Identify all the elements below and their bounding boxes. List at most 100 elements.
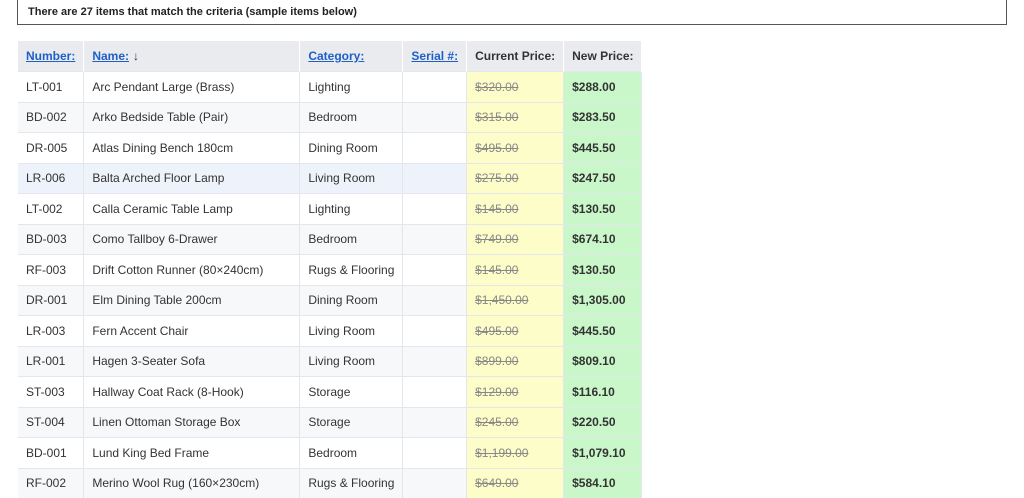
- column-header-category[interactable]: Category:: [300, 41, 403, 72]
- column-header-new-price: New Price:: [564, 41, 642, 72]
- table-row[interactable]: DR-001Elm Dining Table 200cmDining Room $…: [18, 285, 642, 316]
- cell-number: BD-003: [18, 224, 84, 255]
- table-row[interactable]: BD-002Arko Bedside Table (Pair)Bedroom $3…: [18, 102, 642, 133]
- cell-serial: [403, 377, 467, 408]
- cell-serial: [403, 285, 467, 316]
- cell-category: Bedroom: [300, 438, 403, 469]
- column-header-serial[interactable]: Serial #:: [403, 41, 467, 72]
- cell-current-price: $145.00: [467, 194, 564, 225]
- cell-category: Bedroom: [300, 102, 403, 133]
- cell-number: ST-004: [18, 407, 84, 438]
- cell-number: LT-002: [18, 194, 84, 225]
- cell-serial: [403, 72, 467, 103]
- cell-number: LR-003: [18, 316, 84, 347]
- cell-category: Lighting: [300, 194, 403, 225]
- cell-serial: [403, 438, 467, 469]
- cell-new-price: $809.10: [564, 346, 642, 377]
- cell-name: Hagen 3-Seater Sofa: [84, 346, 300, 377]
- sort-descending-arrow-icon: ↓: [133, 49, 139, 63]
- cell-serial: [403, 255, 467, 286]
- cell-name: Arc Pendant Large (Brass): [84, 72, 300, 103]
- table-row[interactable]: LT-001Arc Pendant Large (Brass)Lighting $…: [18, 72, 642, 103]
- cell-serial: [403, 468, 467, 498]
- cell-serial: [403, 163, 467, 194]
- sort-link-name[interactable]: Name:: [92, 49, 129, 63]
- cell-category: Storage: [300, 377, 403, 408]
- cell-new-price: $1,305.00: [564, 285, 642, 316]
- table-row[interactable]: LR-003Fern Accent ChairLiving Room$495.0…: [18, 316, 642, 347]
- cell-new-price: $220.50: [564, 407, 642, 438]
- cell-name: Calla Ceramic Table Lamp: [84, 194, 300, 225]
- cell-serial: [403, 133, 467, 164]
- cell-name: Hallway Coat Rack (8-Hook): [84, 377, 300, 408]
- cell-serial: [403, 194, 467, 225]
- table-row[interactable]: LR-001Hagen 3-Seater SofaLiving Room$899…: [18, 346, 642, 377]
- cell-name: Merino Wool Rug (160×230cm): [84, 468, 300, 498]
- items-table-container: Number: Name: ↓ Category: Serial #: Curre…: [18, 41, 642, 498]
- table-row[interactable]: RF-003Drift Cotton Runner (80×240cm)Rugs…: [18, 255, 642, 286]
- cell-category: Lighting: [300, 72, 403, 103]
- cell-category: Rugs & Flooring: [300, 468, 403, 498]
- cell-number: LR-006: [18, 163, 84, 194]
- cell-current-price: $275.00: [467, 163, 564, 194]
- cell-number: DR-001: [18, 285, 84, 316]
- table-row[interactable]: BD-003Como Tallboy 6-DrawerBedroom $749.0…: [18, 224, 642, 255]
- cell-category: Bedroom: [300, 224, 403, 255]
- cell-current-price: $315.00: [467, 102, 564, 133]
- cell-current-price: $749.00: [467, 224, 564, 255]
- cell-serial: [403, 224, 467, 255]
- cell-number: BD-001: [18, 438, 84, 469]
- cell-new-price: $247.50: [564, 163, 642, 194]
- cell-category: Storage: [300, 407, 403, 438]
- table-row[interactable]: LT-002Calla Ceramic Table LampLighting $1…: [18, 194, 642, 225]
- match-count-notice: There are 27 items that match the criter…: [17, 0, 1007, 25]
- cell-number: ST-003: [18, 377, 84, 408]
- items-table: Number: Name: ↓ Category: Serial #: Curre…: [18, 41, 642, 498]
- cell-new-price: $1,079.10: [564, 438, 642, 469]
- table-row[interactable]: BD-001Lund King Bed FrameBedroom $1,199.0…: [18, 438, 642, 469]
- cell-number: BD-002: [18, 102, 84, 133]
- cell-number: RF-002: [18, 468, 84, 498]
- table-row[interactable]: ST-003Hallway Coat Rack (8-Hook)Storage $…: [18, 377, 642, 408]
- cell-new-price: $116.10: [564, 377, 642, 408]
- table-row[interactable]: LR-006Balta Arched Floor LampLiving Room…: [18, 163, 642, 194]
- cell-current-price: $649.00: [467, 468, 564, 498]
- cell-category: Dining Room: [300, 133, 403, 164]
- cell-number: RF-003: [18, 255, 84, 286]
- table-body: LT-001Arc Pendant Large (Brass)Lighting$…: [18, 72, 642, 498]
- cell-category: Rugs & Flooring: [300, 255, 403, 286]
- column-header-name[interactable]: Name: ↓: [84, 41, 300, 72]
- cell-new-price: $584.10: [564, 468, 642, 498]
- cell-category: Dining Room: [300, 285, 403, 316]
- cell-name: Como Tallboy 6-Drawer: [84, 224, 300, 255]
- column-header-current-price: Current Price:: [467, 41, 564, 72]
- cell-current-price: $129.00: [467, 377, 564, 408]
- cell-name: Elm Dining Table 200cm: [84, 285, 300, 316]
- cell-new-price: $674.10: [564, 224, 642, 255]
- cell-new-price: $130.50: [564, 194, 642, 225]
- column-header-number[interactable]: Number:: [18, 41, 84, 72]
- cell-current-price: $495.00: [467, 133, 564, 164]
- cell-name: Drift Cotton Runner (80×240cm): [84, 255, 300, 286]
- cell-new-price: $445.50: [564, 316, 642, 347]
- cell-serial: [403, 316, 467, 347]
- cell-number: LT-001: [18, 72, 84, 103]
- table-header-row: Number: Name: ↓ Category: Serial #: Curre…: [18, 41, 642, 72]
- table-row[interactable]: ST-004Linen Ottoman Storage BoxStorage$2…: [18, 407, 642, 438]
- cell-category: Living Room: [300, 163, 403, 194]
- cell-new-price: $288.00: [564, 72, 642, 103]
- table-row[interactable]: DR-005Atlas Dining Bench 180cmDining Roo…: [18, 133, 642, 164]
- cell-name: Arko Bedside Table (Pair): [84, 102, 300, 133]
- cell-current-price: $245.00: [467, 407, 564, 438]
- cell-new-price: $283.50: [564, 102, 642, 133]
- cell-number: LR-001: [18, 346, 84, 377]
- cell-name: Atlas Dining Bench 180cm: [84, 133, 300, 164]
- table-row[interactable]: RF-002Merino Wool Rug (160×230cm)Rugs & …: [18, 468, 642, 498]
- sort-link-number[interactable]: Number:: [26, 49, 75, 63]
- cell-current-price: $1,199.00: [467, 438, 564, 469]
- cell-current-price: $1,450.00: [467, 285, 564, 316]
- cell-name: Lund King Bed Frame: [84, 438, 300, 469]
- cell-serial: [403, 102, 467, 133]
- sort-link-serial[interactable]: Serial #:: [411, 49, 458, 63]
- sort-link-category[interactable]: Category:: [308, 49, 364, 63]
